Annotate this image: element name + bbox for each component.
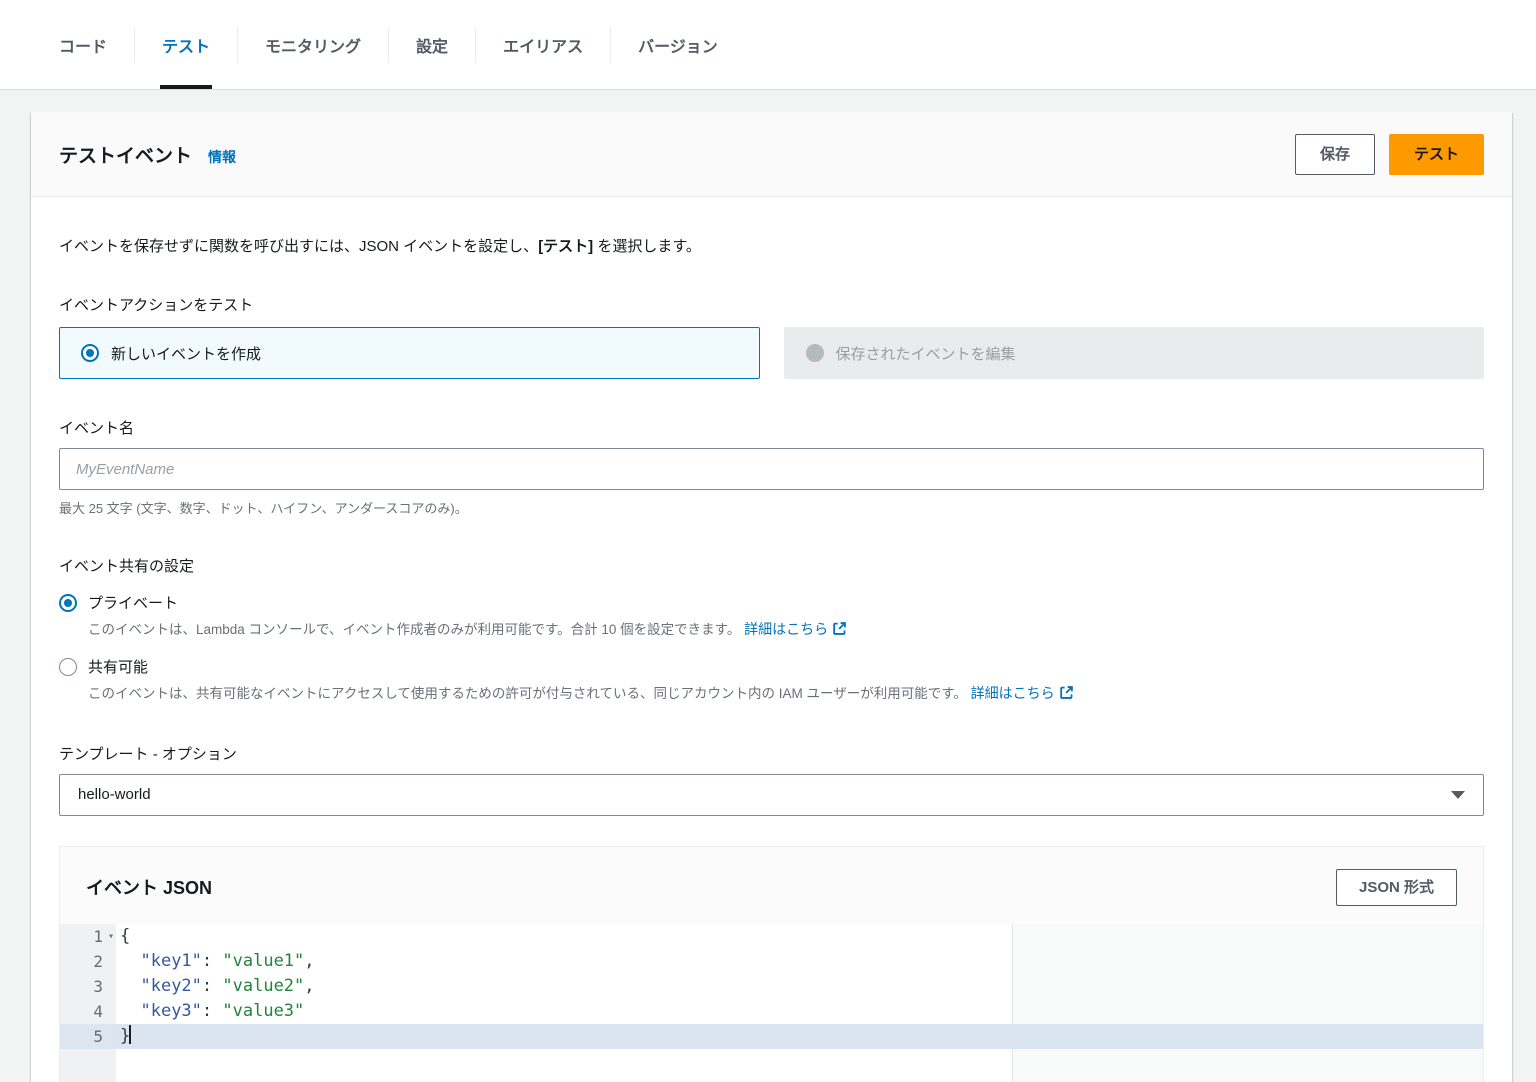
learn-more-link[interactable]: 詳細はこちら [971, 685, 1074, 701]
json-punctuation: , [304, 951, 314, 971]
panel-header: テストイベント 情報 保存 テスト [31, 112, 1512, 197]
info-link[interactable]: 情報 [208, 147, 236, 167]
test-button[interactable]: テスト [1389, 134, 1484, 175]
page-title: テストイベント [59, 141, 192, 168]
intro-text: イベントを保存せずに関数を呼び出すには、JSON イベントを設定し、[テスト] … [59, 235, 1484, 256]
template-select[interactable]: hello-world [59, 774, 1484, 816]
event-name-label: イベント名 [59, 417, 1484, 438]
json-string: "value3" [222, 1001, 304, 1021]
radio-private[interactable]: プライベート [59, 592, 1484, 613]
intro-emphasis: [テスト] [538, 238, 593, 255]
code-line[interactable]: { [116, 924, 1483, 949]
external-link-icon [832, 621, 847, 636]
external-link-icon [1059, 685, 1074, 700]
json-format-button[interactable]: JSON 形式 [1336, 869, 1457, 906]
json-string: "value1" [222, 951, 304, 971]
segment-label: 新しいイベントを作成 [111, 343, 261, 364]
segment-create-new-event[interactable]: 新しいイベントを作成 [59, 327, 760, 379]
learn-more-link[interactable]: 詳細はこちら [744, 621, 847, 637]
segment-label: 保存されたイベントを編集 [836, 343, 1016, 364]
template-label: テンプレート - オプション [59, 743, 1484, 764]
segment-edit-saved-event[interactable]: 保存されたイベントを編集 [784, 327, 1485, 379]
radio-checked-icon [81, 344, 99, 362]
learn-more-label: 詳細はこちら [744, 621, 828, 637]
sharing-settings-label: イベント共有の設定 [59, 555, 1484, 576]
chevron-down-icon [1451, 791, 1465, 799]
radio-checked-icon [59, 594, 77, 612]
line-number: 3 [60, 974, 116, 999]
json-string: "value2" [222, 976, 304, 996]
json-punctuation: : [202, 1001, 222, 1021]
radio-shareable-label: 共有可能 [88, 656, 148, 677]
fold-caret-icon[interactable]: ▾ [108, 924, 114, 949]
description-text: このイベントは、共有可能なイベントにアクセスして使用するための許可が付与されてい… [88, 686, 967, 701]
line-number: 5 [60, 1024, 116, 1049]
json-punctuation: { [120, 926, 130, 946]
json-punctuation [120, 951, 140, 971]
panel-body: イベントを保存せずに関数を呼び出すには、JSON イベントを設定し、[テスト] … [31, 197, 1512, 1082]
template-selected-value: hello-world [78, 786, 151, 803]
intro-post: を選択します。 [593, 238, 701, 255]
radio-disabled-icon [806, 344, 824, 362]
radio-private-label: プライベート [88, 592, 178, 613]
radio-private-description: このイベントは、Lambda コンソールで、イベント作成者のみが利用可能です。合… [88, 619, 1484, 640]
event-action-segments: 新しいイベントを作成 保存されたイベントを編集 [59, 327, 1484, 379]
text-cursor [129, 1025, 131, 1044]
tab-5[interactable]: エイリアス [476, 0, 610, 89]
json-key: "key2" [140, 976, 201, 996]
json-key: "key1" [140, 951, 201, 971]
code-line[interactable]: "key1": "value1", [116, 949, 1483, 974]
radio-unchecked-icon [59, 658, 77, 676]
learn-more-label: 詳細はこちら [971, 685, 1055, 701]
line-number: 4 [60, 999, 116, 1024]
code-line[interactable]: "key2": "value2", [116, 974, 1483, 999]
json-punctuation: , [304, 976, 314, 996]
line-number: 1▾ [60, 924, 116, 949]
event-name-help: 最大 25 文字 (文字、数字、ドット、ハイフン、アンダースコアのみ)。 [59, 498, 1484, 517]
event-json-section: イベント JSON JSON 形式 1▾2345 { "key1": "valu… [59, 846, 1484, 1082]
tabs: コードテストモニタリング設定エイリアスバージョン [32, 0, 745, 89]
line-number: 2 [60, 949, 116, 974]
save-button[interactable]: 保存 [1295, 134, 1375, 175]
code-line[interactable]: "key3": "value3" [116, 999, 1483, 1024]
test-action-label: イベントアクションをテスト [59, 294, 1484, 315]
json-punctuation: : [202, 976, 222, 996]
event-json-title: イベント JSON [86, 874, 212, 900]
tab-2[interactable]: テスト [135, 0, 237, 89]
event-name-input[interactable] [59, 448, 1484, 490]
json-code-editor[interactable]: 1▾2345 { "key1": "value1", "key2": "valu… [60, 924, 1483, 1082]
intro-pre: イベントを保存せずに関数を呼び出すには、JSON イベントを設定し、 [59, 238, 538, 255]
json-punctuation [120, 976, 140, 996]
json-punctuation [120, 1001, 140, 1021]
tab-6[interactable]: バージョン [611, 0, 745, 89]
function-tab-bar: コードテストモニタリング設定エイリアスバージョン [0, 0, 1536, 90]
json-punctuation: : [202, 951, 222, 971]
test-event-panel: テストイベント 情報 保存 テスト イベントを保存せずに関数を呼び出すには、JS… [31, 112, 1512, 1082]
tab-3[interactable]: モニタリング [238, 0, 388, 89]
tab-1[interactable]: コード [32, 0, 134, 89]
editor-gutter: 1▾2345 [60, 924, 116, 1082]
json-key: "key3" [140, 1001, 201, 1021]
radio-shareable-description: このイベントは、共有可能なイベントにアクセスして使用するための許可が付与されてい… [88, 683, 1484, 704]
tab-4[interactable]: 設定 [389, 0, 475, 89]
editor-code-area[interactable]: { "key1": "value1", "key2": "value2", "k… [116, 924, 1483, 1082]
description-text: このイベントは、Lambda コンソールで、イベント作成者のみが利用可能です。合… [88, 622, 740, 637]
code-line[interactable]: } [116, 1024, 1483, 1049]
radio-shareable[interactable]: 共有可能 [59, 656, 1484, 677]
